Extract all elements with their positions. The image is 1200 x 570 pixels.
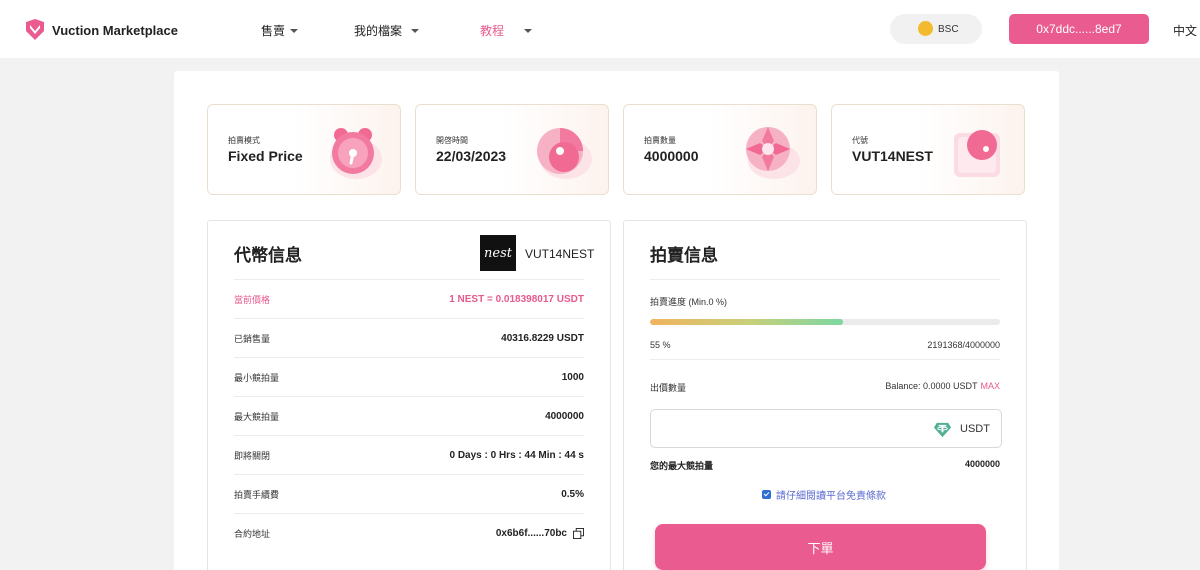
copy-icon[interactable] bbox=[573, 527, 584, 539]
place-order-button[interactable]: 下單 bbox=[655, 524, 986, 570]
flower-token-icon bbox=[746, 127, 800, 179]
terms-agreement[interactable]: 請仔細閱讀平台免責條款 bbox=[762, 487, 886, 502]
brand-logo[interactable]: Vuction Marketplace bbox=[24, 19, 178, 41]
auction-panel: 拍賣模式 Fixed Price 開啓時間 22/03/2023 拍賣數量 40… bbox=[174, 71, 1059, 570]
network-label: BSC bbox=[938, 23, 959, 35]
max-button[interactable]: MAX bbox=[980, 381, 1000, 391]
divider bbox=[650, 279, 1000, 280]
stat-value: 22/03/2023 bbox=[436, 148, 507, 164]
language-switcher[interactable]: 中文 bbox=[1173, 22, 1197, 39]
token-name: VUT14NEST bbox=[525, 247, 595, 261]
network-selector[interactable]: BSC bbox=[890, 14, 982, 44]
auction-progress-fill bbox=[650, 319, 843, 325]
stat-card-auction-mode: 拍賣模式 Fixed Price bbox=[207, 104, 401, 195]
stat-value: VUT14NEST bbox=[852, 148, 933, 164]
token-logo: nest bbox=[480, 235, 516, 271]
stat-value: Fixed Price bbox=[228, 148, 303, 164]
progress-label: 拍賣進度 (Min.0 %) bbox=[650, 297, 728, 307]
balance-display: Balance: 0.0000 USDT MAX bbox=[885, 381, 1000, 391]
your-max-bid-value: 4000000 bbox=[964, 459, 1000, 469]
stat-card-auction-amount: 拍賣數量 4000000 bbox=[623, 104, 817, 195]
auction-info-title: 拍賣信息 bbox=[650, 246, 718, 265]
nav-sell[interactable]: 售賣 bbox=[261, 22, 299, 39]
token-info-card: 代幣信息 nest VUT14NEST 當前價格 1 NEST = 0.0183… bbox=[207, 220, 611, 570]
nav-tutorial[interactable]: 教程 bbox=[480, 22, 533, 39]
bid-amount-input[interactable] bbox=[661, 420, 921, 438]
stat-label: 拍賣數量 bbox=[644, 136, 676, 145]
brand-name: Vuction Marketplace bbox=[52, 22, 178, 38]
contract-address: 0x6b6f......70bc bbox=[495, 527, 567, 539]
row-value: 1000 bbox=[561, 371, 584, 383]
wallet-address-button[interactable]: 0x7ddc......8ed7 bbox=[1009, 14, 1149, 44]
row-value: 0.5% bbox=[561, 488, 584, 500]
vuction-logo-icon bbox=[26, 19, 44, 40]
token-info-title: 代幣信息 bbox=[234, 246, 302, 265]
info-row-auction-fee: 拍賣手續費 0.5% bbox=[234, 474, 584, 513]
row-label: 拍賣手續費 bbox=[234, 489, 280, 500]
card-tag-icon bbox=[954, 130, 1000, 177]
stat-card-token-code: 代號 VUT14NEST bbox=[831, 104, 1025, 195]
balance-text: Balance: 0.0000 USDT bbox=[885, 381, 978, 391]
stat-label: 拍賣模式 bbox=[228, 136, 260, 145]
top-navbar: Vuction Marketplace 售賣 我的檔案 教程 BSC 0x7dd… bbox=[0, 0, 1200, 58]
chevron-down-icon bbox=[411, 29, 420, 33]
nav-my-profile-label: 我的檔案 bbox=[354, 24, 403, 38]
row-label: 當前價格 bbox=[234, 294, 271, 305]
usdt-icon bbox=[933, 422, 952, 438]
row-value: 1 NEST = 0.018398017 USDT bbox=[449, 293, 584, 305]
stat-value: 4000000 bbox=[644, 148, 699, 164]
info-row-contract-address: 合約地址 0x6b6f......70bc bbox=[234, 513, 584, 552]
bsc-coin-icon bbox=[918, 21, 933, 36]
progress-percent: 55 % bbox=[650, 340, 671, 350]
bid-amount-field[interactable]: USDT bbox=[650, 409, 1002, 448]
nav-tutorial-label: 教程 bbox=[480, 24, 505, 38]
pie-chart-icon bbox=[537, 128, 592, 179]
your-max-bid-label: 您的最大競拍量 bbox=[650, 461, 714, 471]
info-row-sold-amount: 已銷售量 40316.8229 USDT bbox=[234, 318, 584, 357]
info-row-closing-countdown: 即將關閉 0 Days : 0 Hrs : 44 Min : 44 s bbox=[234, 435, 584, 474]
auction-info-card: 拍賣信息 拍賣進度 (Min.0 %) 55 % 2191368/4000000… bbox=[623, 220, 1027, 570]
divider bbox=[650, 359, 1000, 360]
row-value: 4000000 bbox=[545, 410, 584, 422]
info-row-max-bid: 最大競拍量 4000000 bbox=[234, 396, 584, 435]
info-row-min-bid: 最小競拍量 1000 bbox=[234, 357, 584, 396]
chevron-down-icon bbox=[290, 29, 299, 33]
chevron-down-icon bbox=[524, 29, 533, 33]
row-value: 40316.8229 USDT bbox=[501, 332, 584, 344]
terms-checkbox[interactable] bbox=[762, 490, 771, 499]
row-label: 最大競拍量 bbox=[234, 411, 280, 422]
row-label: 最小競拍量 bbox=[234, 372, 280, 383]
progress-count: 2191368/4000000 bbox=[927, 340, 1000, 350]
alarm-clock-icon bbox=[330, 128, 382, 179]
row-label: 已銷售量 bbox=[234, 333, 271, 344]
nav-sell-label: 售賣 bbox=[261, 24, 286, 38]
terms-link[interactable]: 請仔細閱讀平台免責條款 bbox=[776, 487, 886, 502]
row-value: 0 Days : 0 Hrs : 44 Min : 44 s bbox=[449, 449, 584, 461]
bid-amount-label: 出價數量 bbox=[650, 383, 687, 393]
stat-label: 代號 bbox=[852, 136, 868, 145]
row-value-contract: 0x6b6f......70bc bbox=[495, 527, 584, 539]
nav-my-profile[interactable]: 我的檔案 bbox=[354, 22, 420, 39]
auction-progress-bar bbox=[650, 319, 1000, 325]
currency-label: USDT bbox=[960, 423, 990, 435]
info-row-current-price: 當前價格 1 NEST = 0.018398017 USDT bbox=[234, 279, 584, 318]
stat-card-open-time: 開啓時間 22/03/2023 bbox=[415, 104, 609, 195]
stat-label: 開啓時間 bbox=[436, 136, 468, 145]
row-label: 合約地址 bbox=[234, 528, 271, 539]
row-label: 即將關閉 bbox=[234, 450, 271, 461]
